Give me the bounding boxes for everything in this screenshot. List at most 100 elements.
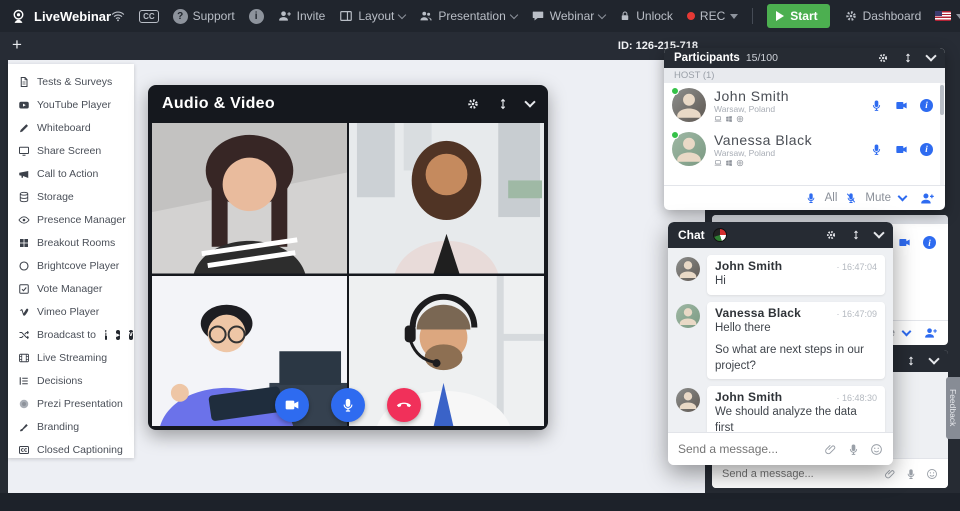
translate-globe-icon[interactable] bbox=[712, 228, 727, 242]
facebook-icon: f bbox=[104, 329, 108, 340]
mic-icon[interactable] bbox=[805, 192, 817, 204]
mute-label[interactable]: Mute bbox=[865, 192, 891, 204]
resize-vertical-icon[interactable] bbox=[905, 355, 917, 367]
sidebar-item-tests-surveys[interactable]: Tests & Surveys bbox=[8, 70, 134, 93]
camera-icon[interactable] bbox=[898, 236, 911, 249]
sidebar-item-branding[interactable]: Branding bbox=[8, 415, 134, 438]
sidebar-item-youtube-player[interactable]: YouTube Player bbox=[8, 93, 134, 116]
mic-icon[interactable] bbox=[870, 143, 883, 156]
collapse-chevron-icon[interactable] bbox=[873, 227, 885, 239]
brush-icon bbox=[18, 421, 30, 433]
unlock-button[interactable]: Unlock bbox=[619, 9, 673, 23]
features-sidebar: Tests & Surveys YouTube Player Whiteboar… bbox=[8, 64, 134, 458]
message-text: Hello there bbox=[715, 321, 771, 334]
caret-down-icon bbox=[730, 13, 739, 19]
microphone-button[interactable] bbox=[331, 388, 365, 422]
rec-dot-icon bbox=[686, 12, 695, 20]
sidebar-item-prezi-presentation[interactable]: Prezi Presentation bbox=[8, 392, 134, 415]
unmute-all-label[interactable]: All bbox=[825, 192, 838, 204]
chevron-down-icon[interactable] bbox=[897, 191, 908, 202]
mic-icon bbox=[340, 397, 356, 413]
presentation-menu[interactable]: Presentation bbox=[419, 9, 519, 23]
closed-caption-button[interactable]: CC bbox=[139, 9, 159, 23]
mic-icon[interactable] bbox=[905, 468, 917, 480]
scrollbar[interactable] bbox=[940, 83, 944, 185]
chevron-down-icon[interactable] bbox=[901, 326, 912, 337]
sidebar-item-whiteboard[interactable]: Whiteboard bbox=[8, 116, 134, 139]
resize-vertical-icon[interactable] bbox=[902, 52, 914, 64]
gear-icon[interactable] bbox=[825, 229, 837, 241]
webcam-logo-icon bbox=[10, 8, 27, 25]
dashboard-button[interactable]: Dashboard bbox=[844, 9, 922, 23]
sidebar-item-presence-manager[interactable]: Presence Manager bbox=[8, 208, 134, 231]
connection-quality-button[interactable] bbox=[111, 9, 125, 23]
smiley-icon[interactable] bbox=[926, 468, 938, 480]
navbar-divider bbox=[752, 8, 754, 24]
brand[interactable]: LiveWebinar bbox=[10, 8, 111, 25]
browser-icon bbox=[736, 115, 744, 123]
sidebar-item-call-to-action[interactable]: Call to Action bbox=[8, 162, 134, 185]
gear-icon[interactable] bbox=[466, 97, 480, 111]
sidebar-item-vimeo-player[interactable]: Vimeo Player bbox=[8, 300, 134, 323]
sidebar-item-live-streaming[interactable]: Live Streaming bbox=[8, 346, 134, 369]
collapse-chevron-icon[interactable] bbox=[524, 96, 536, 108]
dashboard-label: Dashboard bbox=[862, 9, 922, 23]
participant-row[interactable]: Vanessa Black Warsaw, Poland i bbox=[664, 127, 945, 171]
sidebar-item-label: Whiteboard bbox=[37, 121, 91, 134]
resize-vertical-icon[interactable] bbox=[850, 229, 862, 241]
info-icon[interactable]: i bbox=[923, 236, 936, 249]
info-icon[interactable]: i bbox=[920, 98, 933, 112]
chat-title: Chat bbox=[678, 228, 705, 242]
invite-button[interactable]: Invite bbox=[278, 9, 325, 23]
sidebar-item-breakout-rooms[interactable]: Breakout Rooms bbox=[8, 231, 134, 254]
avatar bbox=[671, 131, 706, 166]
paperclip-icon[interactable] bbox=[824, 443, 837, 456]
mic-icon[interactable] bbox=[847, 443, 860, 456]
sidebar-item-closed-captioning[interactable]: Closed Captioning bbox=[8, 438, 134, 461]
camera-icon[interactable] bbox=[895, 143, 908, 156]
rec-menu[interactable]: REC bbox=[686, 9, 739, 23]
info-button[interactable]: i bbox=[248, 8, 264, 24]
camera-button[interactable] bbox=[275, 388, 309, 422]
support-button[interactable]: ? Support bbox=[172, 8, 235, 24]
window-title: Audio & Video bbox=[162, 95, 275, 112]
call-controls bbox=[275, 388, 421, 422]
grid-icon bbox=[18, 237, 30, 249]
check-square-icon bbox=[18, 283, 30, 295]
sidebar-item-storage[interactable]: Storage bbox=[8, 185, 134, 208]
webinar-menu[interactable]: Webinar bbox=[531, 9, 607, 23]
person-add-icon[interactable] bbox=[924, 326, 938, 340]
language-menu[interactable] bbox=[935, 11, 960, 21]
mic-icon[interactable] bbox=[870, 99, 883, 112]
start-label: Start bbox=[790, 9, 818, 23]
sidebar-item-vote-manager[interactable]: Vote Manager bbox=[8, 277, 134, 300]
audio-video-header[interactable]: Audio & Video bbox=[148, 85, 548, 123]
message-input[interactable] bbox=[722, 467, 875, 480]
mic-off-icon[interactable] bbox=[845, 192, 857, 204]
sidebar-item-decisions[interactable]: Decisions bbox=[8, 369, 134, 392]
message-input[interactable] bbox=[678, 442, 814, 456]
smiley-icon[interactable] bbox=[870, 443, 883, 456]
chat-header[interactable]: Chat bbox=[668, 222, 893, 248]
collapse-chevron-icon[interactable] bbox=[925, 50, 937, 62]
add-tab-button[interactable]: + bbox=[12, 35, 22, 55]
layout-menu[interactable]: Layout bbox=[339, 9, 407, 23]
resize-vertical-icon[interactable] bbox=[496, 97, 510, 111]
info-icon[interactable]: i bbox=[920, 142, 933, 156]
camera-icon[interactable] bbox=[895, 99, 908, 112]
hangup-button[interactable] bbox=[387, 388, 421, 422]
participants-header[interactable]: Participants 15/100 bbox=[664, 48, 945, 68]
gear-icon[interactable] bbox=[877, 52, 889, 64]
sidebar-item-brightcove-player[interactable]: Brightcove Player bbox=[8, 254, 134, 277]
sidebar-item-share-screen[interactable]: Share Screen bbox=[8, 139, 134, 162]
chat-message: John Smith · 16:47:04 Hi bbox=[676, 255, 885, 295]
participant-row[interactable]: John Smith Warsaw, Poland i bbox=[664, 83, 945, 127]
sidebar-item-broadcast-to[interactable]: Broadcast to f ▸ v bbox=[8, 323, 134, 346]
start-button[interactable]: Start bbox=[767, 4, 830, 28]
feedback-tab[interactable]: Feedback bbox=[946, 377, 960, 439]
collapse-chevron-icon[interactable] bbox=[928, 353, 940, 365]
participant-location: Warsaw, Poland bbox=[714, 103, 776, 114]
person-add-icon[interactable] bbox=[920, 191, 935, 206]
paperclip-icon[interactable] bbox=[884, 468, 896, 480]
scrollbar-thumb[interactable] bbox=[940, 85, 944, 115]
